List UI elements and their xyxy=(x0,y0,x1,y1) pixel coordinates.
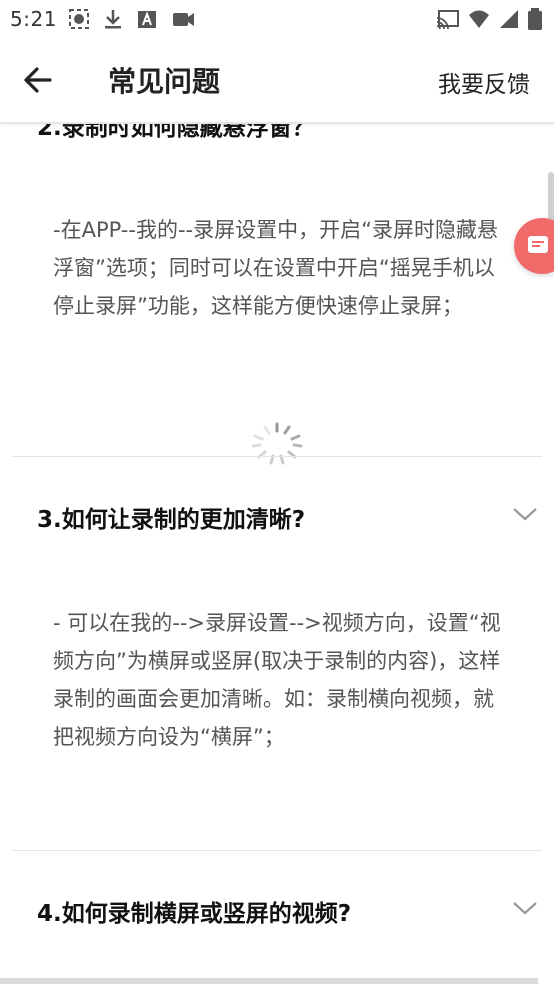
faq-answer-2: -在APP--我的--录屏设置中，开启“录屏时隐藏悬浮窗”选项；同时可以在设置中… xyxy=(53,218,498,318)
chevron-down-icon[interactable] xyxy=(512,900,538,916)
faq-question-4-title[interactable]: 4.如何录制横屏或竖屏的视频? xyxy=(37,894,351,928)
wifi-icon xyxy=(469,10,489,28)
divider xyxy=(12,456,542,457)
battery-icon xyxy=(528,8,542,30)
faq-question-2-title[interactable]: 2.录制时如何隐藏悬浮窗？ xyxy=(37,122,315,142)
status-icons-left xyxy=(68,8,196,30)
faq-list[interactable]: 2.录制时如何隐藏悬浮窗？ -在APP--我的--录屏设置中，开启“录屏时隐藏悬… xyxy=(0,122,554,984)
feedback-button[interactable]: 我要反馈 xyxy=(438,65,530,99)
text-a-icon xyxy=(138,11,156,28)
faq-answer-3: - 可以在我的-->录屏设置-->视频方向，设置“视频方向”为横屏或竖屏(取决于… xyxy=(53,611,501,749)
arrow-left-icon[interactable] xyxy=(18,60,58,100)
chevron-down-icon[interactable] xyxy=(512,506,538,522)
signal-icon xyxy=(500,10,518,28)
bottom-scroll-edge xyxy=(0,978,538,984)
divider xyxy=(12,850,542,851)
download-icon xyxy=(105,10,121,29)
status-time: 5:21 xyxy=(10,7,57,31)
screen-record-icon xyxy=(69,9,89,29)
app-bar: 常见问题 我要反馈 xyxy=(0,38,554,124)
faq-question-3-title[interactable]: 3.如何让录制的更加清晰? xyxy=(37,500,305,534)
status-bar: 5:21 xyxy=(0,0,554,38)
video-camera-icon xyxy=(173,13,194,26)
page-title: 常见问题 xyxy=(108,65,221,98)
floating-message-button[interactable] xyxy=(514,218,554,274)
loading-spinner-icon xyxy=(251,422,303,465)
cast-icon xyxy=(436,10,459,30)
message-icon xyxy=(528,236,548,253)
status-icons-right xyxy=(436,8,542,30)
